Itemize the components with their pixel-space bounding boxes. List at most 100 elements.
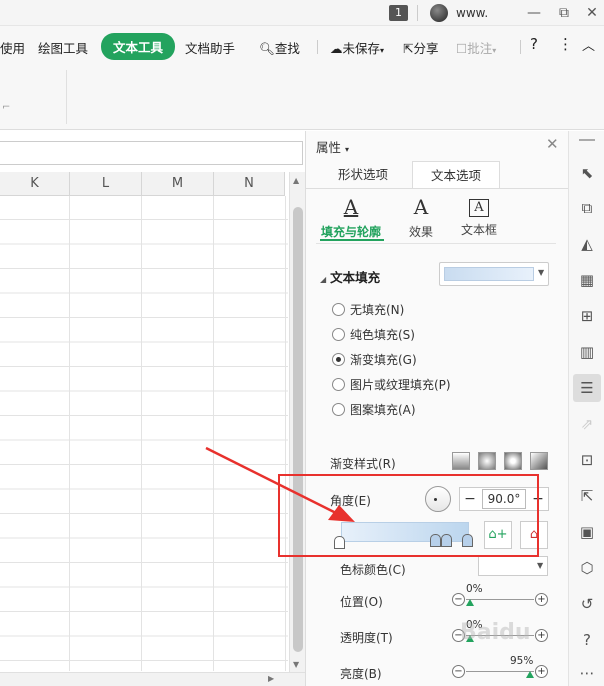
avatar[interactable]: [430, 4, 448, 22]
text-fill-section[interactable]: ◢ 文本填充: [320, 267, 380, 286]
column-header-k[interactable]: K: [0, 172, 70, 196]
table-icon[interactable]: ▦: [577, 270, 597, 290]
more-options-icon[interactable]: ⋯: [577, 663, 597, 683]
share-menu-button[interactable]: ⇱分享: [403, 38, 439, 57]
restore-button[interactable]: ⧉: [554, 3, 574, 23]
position-label: 位置(O): [340, 595, 383, 609]
stop-color-dropdown[interactable]: ▼: [478, 556, 548, 576]
share-out-icon[interactable]: ⇱: [577, 486, 597, 506]
panel-title[interactable]: 属性 ▾: [316, 137, 349, 156]
tab-shape-options[interactable]: 形状选项: [314, 161, 412, 188]
column-header-l[interactable]: L: [70, 172, 142, 196]
subtab-label: 文本框: [460, 223, 497, 237]
radio-label: 无填充(N): [350, 303, 405, 317]
slider-track[interactable]: [466, 599, 534, 600]
select-cursor-icon[interactable]: ⬉: [577, 163, 597, 183]
subtab-fill-outline[interactable]: A 填充与轮廓: [316, 195, 386, 240]
increment-button[interactable]: +: [535, 665, 548, 678]
gradient-style-rect[interactable]: [504, 452, 522, 470]
menu-separator: [520, 40, 521, 54]
help-icon[interactable]: ?: [577, 630, 597, 650]
brightness-slider[interactable]: − 95% +: [452, 655, 548, 679]
radio-no-fill[interactable]: 无填充(N): [332, 301, 404, 318]
subtab-textbox[interactable]: A 文本框: [444, 195, 514, 238]
vertical-scroll-thumb[interactable]: [293, 207, 303, 652]
history-icon[interactable]: ↺: [577, 594, 597, 614]
fill-color-dropdown[interactable]: ▼: [439, 262, 549, 286]
slider-thumb[interactable]: [526, 671, 534, 678]
column-header-m[interactable]: M: [142, 172, 214, 196]
menu-item-drawing-tools[interactable]: 绘图工具: [38, 38, 88, 57]
unsaved-menu-button[interactable]: ☁未保存▾: [330, 38, 384, 57]
scroll-down-icon[interactable]: ▼: [293, 660, 299, 669]
image-edit-icon[interactable]: ⊡: [577, 450, 597, 470]
radio-label: 图案填充(A): [350, 403, 416, 417]
decrement-button[interactable]: −: [452, 665, 465, 678]
user-name[interactable]: www.: [456, 6, 488, 20]
decrement-button[interactable]: −: [452, 593, 465, 606]
share-icon: ⇱: [403, 41, 414, 56]
toolbar-handle-icon[interactable]: [579, 139, 595, 141]
minimize-button[interactable]: —: [524, 3, 544, 23]
radio-button[interactable]: [332, 303, 345, 316]
gradient-style-radial[interactable]: [478, 452, 496, 470]
ribbon-group-corner-icon[interactable]: ⌐: [2, 102, 10, 113]
brightness-label: 亮度(B): [340, 667, 382, 681]
column-header-n[interactable]: N: [214, 172, 285, 196]
export-icon[interactable]: ⇗: [577, 414, 597, 434]
radio-solid-fill[interactable]: 纯色填充(S): [332, 326, 415, 343]
fill-outline-icon: A: [343, 195, 359, 219]
slider-thumb[interactable]: [466, 599, 474, 606]
increment-button[interactable]: +: [535, 593, 548, 606]
textbox-icon: A: [469, 199, 489, 217]
annotation-arrow-icon: [205, 446, 355, 522]
unsaved-label: 未保存: [342, 41, 381, 56]
close-window-button[interactable]: ✕: [582, 3, 602, 23]
position-value: 0%: [466, 583, 483, 595]
radio-button-checked[interactable]: [332, 353, 345, 366]
scroll-up-icon[interactable]: ▲: [293, 176, 299, 185]
chart-icon[interactable]: ▥: [577, 342, 597, 362]
radio-pattern-fill[interactable]: 图案填充(A): [332, 401, 416, 418]
slider-track[interactable]: [466, 671, 534, 672]
menu-item-use[interactable]: 使用: [0, 38, 25, 57]
radio-button[interactable]: [332, 403, 345, 416]
shapes-icon[interactable]: ⧉: [577, 198, 597, 218]
vertical-scrollbar[interactable]: ▲ ▼: [289, 172, 305, 672]
active-subtab-indicator: [320, 239, 384, 241]
gradient-style-linear[interactable]: [452, 452, 470, 470]
gradient-style-path[interactable]: [530, 452, 548, 470]
window-count-badge[interactable]: 1: [389, 5, 408, 21]
more-button[interactable]: ⋮: [558, 35, 573, 53]
cell-grid[interactable]: [0, 196, 288, 671]
shield-icon[interactable]: ⬡: [577, 558, 597, 578]
ribbon: ⌐: [0, 64, 604, 130]
gradient-swatch: [444, 267, 534, 281]
close-icon[interactable]: ✕: [546, 135, 559, 153]
menu-item-doc-assistant[interactable]: 文档助手: [185, 38, 235, 57]
section-label: 文本填充: [330, 270, 381, 285]
radio-button[interactable]: [332, 378, 345, 391]
collapse-triangle-icon: ◢: [320, 275, 327, 284]
radio-gradient-fill[interactable]: 渐变填充(G): [332, 351, 417, 368]
grid-icon[interactable]: ⊞: [577, 306, 597, 326]
fill-icon[interactable]: ◭: [577, 234, 597, 254]
collapse-ribbon-button[interactable]: ︿: [582, 35, 595, 54]
menu-item-text-tools[interactable]: 文本工具: [101, 33, 176, 60]
radio-button[interactable]: [332, 328, 345, 341]
title-separator: [417, 5, 418, 21]
radio-picture-fill[interactable]: 图片或纹理填充(P): [332, 376, 451, 393]
increment-button[interactable]: +: [535, 629, 548, 642]
help-button[interactable]: ?: [530, 35, 538, 53]
position-slider[interactable]: − 0% +: [452, 583, 548, 607]
chevron-down-icon: ▼: [538, 268, 545, 277]
comment-menu-button[interactable]: ☐批注▾: [456, 38, 496, 57]
picture-icon[interactable]: ▣: [577, 522, 597, 542]
tab-text-options[interactable]: 文本选项: [412, 161, 500, 188]
formula-input[interactable]: [0, 141, 303, 165]
search-menu-button[interactable]: 🔍︎查找: [259, 38, 300, 57]
scroll-right-icon[interactable]: ▶: [268, 674, 274, 683]
horizontal-scrollbar[interactable]: ▶: [0, 672, 305, 686]
caret-down-icon: ▾: [380, 46, 385, 55]
properties-icon[interactable]: ☰: [573, 374, 601, 402]
